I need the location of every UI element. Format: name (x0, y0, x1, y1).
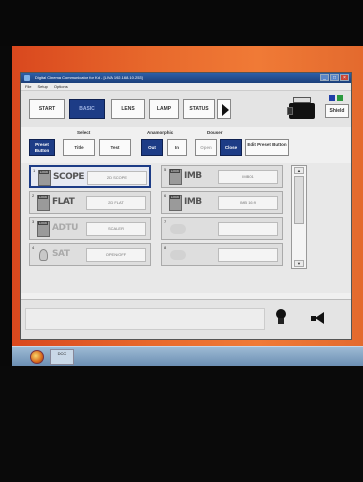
scroll-thumb[interactable] (294, 176, 304, 224)
empty-slot-placeholder (170, 250, 186, 260)
status-indicator-blue (329, 95, 335, 101)
close-icon[interactable]: × (340, 74, 349, 81)
app-icon (24, 75, 30, 81)
projector-icon (287, 97, 323, 121)
scroll-down-icon[interactable]: ▼ (294, 260, 304, 267)
title-button[interactable]: Title (63, 139, 95, 156)
taskbar: DCC (12, 346, 363, 366)
monitor-bezel-bottom (0, 366, 363, 482)
taskbar-item-dcc[interactable]: DCC (50, 349, 74, 365)
menu-file[interactable]: File (25, 83, 31, 90)
window-titlebar[interactable]: Digital Cinema Communicator for Kd - [LI… (21, 73, 351, 83)
tab-basic[interactable]: BASIC (69, 99, 105, 119)
preset-big-label: IMB (184, 197, 202, 207)
preset-name: OPEN/OFF (86, 248, 146, 262)
monitor-bezel-top (0, 0, 363, 46)
select-group-label: Select (77, 130, 91, 135)
tab-status[interactable]: STATUS (183, 99, 215, 119)
preset-name: 2D FLAT (86, 196, 146, 210)
preset-scrollbar[interactable]: ▲ ▼ (291, 165, 307, 269)
app-window: Digital Cinema Communicator for Kd - [LI… (20, 72, 352, 340)
douser-open-button[interactable]: Open (195, 139, 217, 156)
preset-name (218, 222, 278, 236)
maximize-icon[interactable]: □ (330, 74, 339, 81)
control-row: Preset Button Select Title Test Anamorph… (21, 129, 351, 159)
preset-slot-1[interactable]: 1 LOCK SCOPE 2D SCOPE (29, 165, 151, 188)
preset-slot-7[interactable]: 7 (161, 217, 283, 240)
edit-preset-button[interactable]: Edit Preset Button (245, 139, 289, 156)
preset-slot-5[interactable]: 5 LOCK IMB IMB01 (161, 165, 283, 188)
anamorphic-in-button[interactable]: In (167, 139, 187, 156)
menu-setup[interactable]: Setup (37, 83, 47, 90)
lamp-icon[interactable] (275, 309, 287, 327)
lock-tag: LOCK (38, 195, 49, 199)
bottom-bar (21, 299, 351, 339)
preset-big-label: IMB (184, 171, 202, 181)
anamorphic-out-button[interactable]: Out (141, 139, 163, 156)
status-indicator-green (337, 95, 343, 101)
shield-button[interactable]: Shield (325, 104, 349, 118)
windows-start-icon[interactable] (30, 350, 44, 364)
nav-row: START BASIC LENS LAMP STATUS Shield (21, 91, 351, 127)
tab-start[interactable]: START (29, 99, 65, 119)
preset-name: SCALER (86, 222, 146, 236)
preset-name (218, 248, 278, 262)
preset-slot-3[interactable]: 3 LOCK ADTU SCALER (29, 217, 151, 240)
preset-slot-4[interactable]: 4 SAT OPEN/OFF (29, 243, 151, 266)
lightbulb-icon (39, 249, 48, 261)
preset-name: IMB 16:9 (218, 196, 278, 210)
window-controls: _ □ × (320, 74, 349, 81)
test-button[interactable]: Test (99, 139, 131, 156)
preset-big-label: SCOPE (53, 172, 84, 182)
anamorphic-group-label: Anamorphic (147, 130, 174, 135)
preset-slot-2[interactable]: 2 LOCK FLAT 2D FLAT (29, 191, 151, 214)
scroll-up-icon[interactable]: ▲ (294, 167, 304, 174)
window-title: Digital Cinema Communicator for Kd - [LI… (35, 75, 143, 80)
preset-big-label: FLAT (52, 197, 75, 207)
menu-options[interactable]: Options (54, 83, 68, 90)
preset-slot-8[interactable]: 8 (161, 243, 283, 266)
preset-name: IMB01 (218, 170, 278, 184)
empty-slot-placeholder (170, 224, 186, 234)
nav-next-arrow-icon[interactable] (217, 99, 231, 119)
preset-slot-6[interactable]: 6 LOCK IMB IMB 16:9 (161, 191, 283, 214)
lock-tag: LOCK (38, 221, 49, 225)
speaker-icon[interactable] (311, 312, 325, 324)
tab-lens[interactable]: LENS (111, 99, 145, 119)
menubar: File Setup Options (21, 83, 351, 91)
minimize-icon[interactable]: _ (320, 74, 329, 81)
status-strip (25, 308, 265, 330)
preset-name: 2D SCOPE (87, 171, 147, 185)
douser-group-label: Douser (207, 130, 223, 135)
lock-tag: LOCK (170, 169, 181, 173)
monitor-bezel-left (0, 46, 12, 366)
desktop-screen: Digital Cinema Communicator for Kd - [LI… (12, 46, 363, 366)
lock-tag: LOCK (170, 195, 181, 199)
douser-close-button[interactable]: Close (220, 139, 242, 156)
preset-button[interactable]: Preset Button (29, 139, 55, 156)
lock-tag: LOCK (39, 170, 50, 174)
preset-big-label: ADTU (52, 223, 78, 233)
preset-big-label: SAT (52, 249, 70, 259)
tab-lamp[interactable]: LAMP (149, 99, 179, 119)
preset-grid: 1 LOCK SCOPE 2D SCOPE 2 LOCK FLAT 2D FLA… (21, 163, 351, 293)
